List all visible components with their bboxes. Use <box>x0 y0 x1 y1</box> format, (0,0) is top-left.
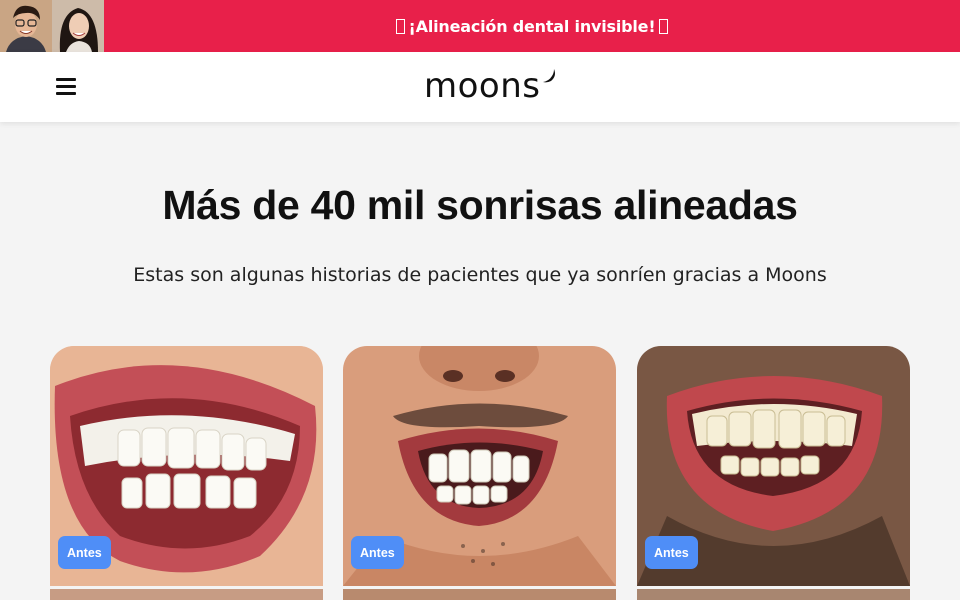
testimonial-card[interactable]: Antes <box>637 346 910 586</box>
promo-label: ¡Alineación dental invisible! <box>408 16 656 36</box>
avatar-man <box>0 0 52 52</box>
promo-avatars <box>0 0 104 52</box>
testimonial-card[interactable]: Antes <box>343 346 616 586</box>
before-badge: Antes <box>351 536 404 569</box>
before-badge: Antes <box>645 536 698 569</box>
logo[interactable]: moons <box>424 66 558 106</box>
logo-text: moons <box>424 66 541 106</box>
promo-banner[interactable]: ¡Alineación dental invisible! <box>0 0 960 52</box>
sparkle-icon <box>659 18 669 34</box>
site-header: moons <box>0 52 960 122</box>
sparkle-icon <box>395 18 405 34</box>
page-title: Más de 40 mil sonrisas alineadas <box>162 182 798 228</box>
page-subtitle: Estas son algunas historias de pacientes… <box>133 264 827 286</box>
testimonial-card[interactable]: Antes <box>50 346 323 586</box>
before-badge: Antes <box>58 536 111 569</box>
promo-text[interactable]: ¡Alineación dental invisible! <box>104 0 960 52</box>
hamburger-menu-icon[interactable] <box>56 78 76 95</box>
avatar-woman <box>52 0 104 52</box>
testimonial-card-next <box>637 589 910 600</box>
crescent-moon-icon <box>542 69 555 83</box>
testimonial-card-next <box>50 589 323 600</box>
testimonial-card-next <box>343 589 616 600</box>
